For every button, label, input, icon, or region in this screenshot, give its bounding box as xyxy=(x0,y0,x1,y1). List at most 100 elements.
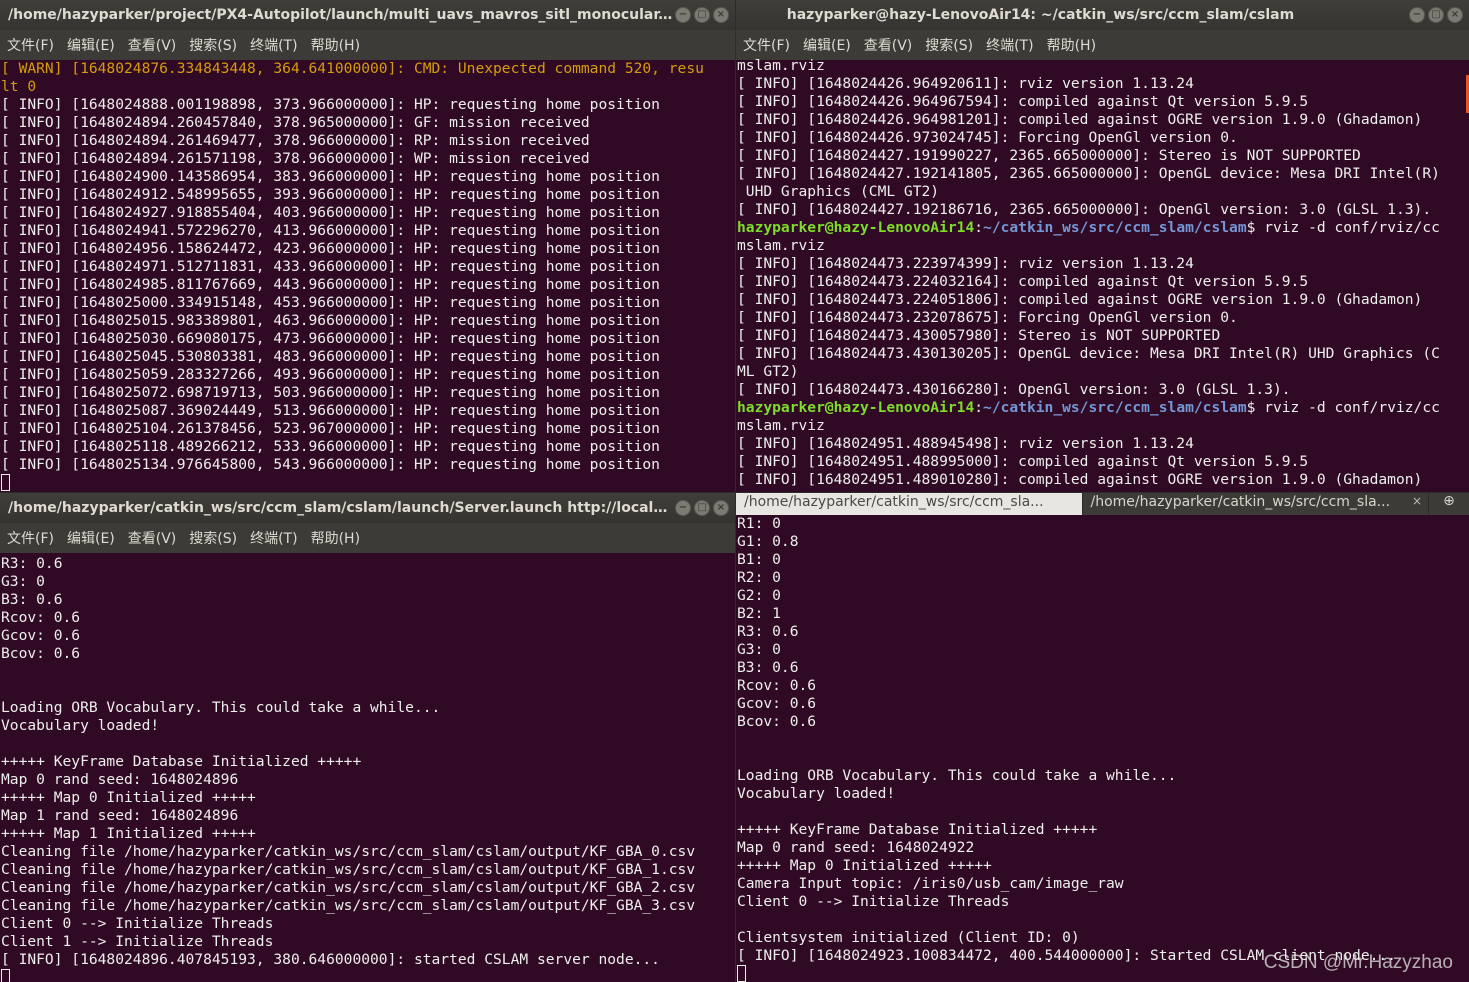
tab-label: /home/hazyparker/catkin_ws/src/ccm_sla..… xyxy=(744,494,1044,510)
menu-terminal[interactable]: 终端(T) xyxy=(250,528,297,548)
terminal-line: Bcov: 0.6 xyxy=(1,645,81,662)
maximize-button[interactable]: □ xyxy=(694,7,710,23)
tab-second-terminal[interactable]: /home/hazyparker/catkin_ws/src/ccm_sla..… xyxy=(1083,493,1429,515)
close-tab-icon[interactable]: × xyxy=(1412,494,1422,508)
terminal-line: [ INFO] [1648024473.224051806]: compiled… xyxy=(737,291,1423,308)
terminal-line: [ INFO] [1648024956.158624472, 423.96600… xyxy=(1,240,660,257)
menu-bar: 文件(F) 编辑(E) 查看(V) 搜索(S) 终端(T) 帮助(H) xyxy=(0,30,735,60)
terminal-line: Camera Input topic: /iris0/usb_cam/image… xyxy=(737,875,1124,892)
terminal-line: Clientsystem initialized (Client ID: 0) xyxy=(737,929,1080,946)
terminal-line: Client 1 --> Initialize Threads xyxy=(1,933,274,950)
terminal-line: B1: 0 xyxy=(737,551,781,568)
terminal-line: mslam.rviz xyxy=(737,57,825,74)
menu-edit[interactable]: 编辑(E) xyxy=(67,528,115,548)
terminal-line: [ INFO] [1648025015.983389801, 463.96600… xyxy=(1,312,660,329)
terminal-line: G3: 0 xyxy=(737,641,781,658)
terminal-line: [ INFO] [1648024426.964920611]: rviz ver… xyxy=(737,75,1194,92)
tab-bar: /home/hazyparker/catkin_ws/src/ccm_sla..… xyxy=(736,493,1469,515)
title-bar[interactable]: /home/hazyparker/project/PX4-Autopilot/l… xyxy=(0,0,735,30)
menu-search[interactable]: 搜索(S) xyxy=(925,35,973,55)
menu-edit[interactable]: 编辑(E) xyxy=(67,35,115,55)
title-bar[interactable]: /home/hazyparker/catkin_ws/src/ccm_slam/… xyxy=(0,493,735,523)
menu-file[interactable]: 文件(F) xyxy=(7,528,54,548)
menu-view[interactable]: 查看(V) xyxy=(128,35,177,55)
close-button[interactable]: × xyxy=(713,7,729,23)
minimize-button[interactable]: − xyxy=(675,500,691,516)
terminal-line: Gcov: 0.6 xyxy=(1,627,81,644)
terminal-line: +++++ Map 0 Initialized +++++ xyxy=(737,857,992,874)
terminal-line: [ INFO] [1648024894.261571198, 378.96600… xyxy=(1,150,590,167)
terminal-window-px4[interactable]: /home/hazyparker/project/PX4-Autopilot/l… xyxy=(0,0,735,492)
window-title: /home/hazyparker/project/PX4-Autopilot/l… xyxy=(8,7,675,23)
terminal-line: [ INFO] [1648025072.698719713, 503.96600… xyxy=(1,384,660,401)
menu-search[interactable]: 搜索(S) xyxy=(189,528,237,548)
terminal-output[interactable]: R1: 0 G1: 0.8 B1: 0 R2: 0 G2: 0 B2: 1 R3: 0.6 G… xyxy=(736,515,1469,982)
menu-view[interactable]: 查看(V) xyxy=(128,528,177,548)
terminal-line: Client 0 --> Initialize Threads xyxy=(1,915,274,932)
prompt-path: ~/catkin_ws/src/ccm_slam/cslam xyxy=(983,399,1247,416)
menu-help[interactable]: 帮助(H) xyxy=(311,528,360,548)
terminal-line: lt 0 xyxy=(1,78,37,95)
menu-file[interactable]: 文件(F) xyxy=(7,35,54,55)
terminal-line: [ INFO] [1648024473.430130205]: OpenGL d… xyxy=(737,345,1440,362)
terminal-line: [ INFO] [1648025000.334915148, 453.96600… xyxy=(1,294,660,311)
terminal-window-client[interactable]: /home/hazyparker/catkin_ws/src/ccm_sla..… xyxy=(736,493,1469,982)
minimize-button[interactable]: − xyxy=(675,7,691,23)
prompt-user: hazyparker@hazy-LenovoAir14 xyxy=(737,399,975,416)
terminal-line: [ INFO] [1648025118.489266212, 533.96600… xyxy=(1,438,660,455)
tab-client-terminal[interactable]: /home/hazyparker/catkin_ws/src/ccm_sla..… xyxy=(736,493,1083,515)
terminal-line: hazyparker@hazy-LenovoAir14:~/catkin_ws/… xyxy=(737,219,1469,237)
close-button[interactable]: × xyxy=(713,500,729,516)
terminal-window-rviz[interactable]: hazyparker@hazy-LenovoAir14: ~/catkin_ws… xyxy=(736,0,1469,492)
prompt-separator: : xyxy=(974,219,984,236)
terminal-line: +++++ Map 0 Initialized +++++ xyxy=(1,789,256,806)
terminal-line: [ INFO] [1648024426.973024745]: Forcing … xyxy=(737,129,1238,146)
watermark: CSDN @Mr.Hazyzhao xyxy=(1263,952,1453,973)
terminal-line: Rcov: 0.6 xyxy=(1,609,81,626)
terminal-window-server[interactable]: /home/hazyparker/catkin_ws/src/ccm_slam/… xyxy=(0,493,735,982)
terminal-line: B3: 0.6 xyxy=(1,591,63,608)
terminal-output[interactable]: [ WARN] [1648024876.334843448, 364.64100… xyxy=(0,60,735,492)
menu-help[interactable]: 帮助(H) xyxy=(1047,35,1096,55)
terminal-line: [ INFO] [1648025104.261378456, 523.96700… xyxy=(1,420,660,437)
menu-terminal[interactable]: 终端(T) xyxy=(986,35,1033,55)
menu-help[interactable]: 帮助(H) xyxy=(311,35,360,55)
new-tab-icon[interactable]: ⊕ xyxy=(1429,493,1469,515)
terminal-line: R3: 0.6 xyxy=(1,555,63,572)
terminal-line: [ INFO] [1648024894.261469477, 378.96600… xyxy=(1,132,590,149)
terminal-line: [ INFO] [1648025134.976645800, 543.96600… xyxy=(1,456,660,473)
menu-file[interactable]: 文件(F) xyxy=(743,35,790,55)
menu-search[interactable]: 搜索(S) xyxy=(189,35,237,55)
menu-terminal[interactable]: 终端(T) xyxy=(250,35,297,55)
terminal-line: [ INFO] [1648024912.548995655, 393.96600… xyxy=(1,186,660,203)
terminal-line: G1: 0.8 xyxy=(737,533,799,550)
close-button[interactable]: × xyxy=(1447,7,1463,23)
menu-edit[interactable]: 编辑(E) xyxy=(803,35,851,55)
minimize-button[interactable]: − xyxy=(1409,7,1425,23)
terminal-line: ML GT2) xyxy=(737,363,799,380)
menu-view[interactable]: 查看(V) xyxy=(864,35,913,55)
terminal-line: [ INFO] [1648024427.191990227, 2365.6650… xyxy=(737,147,1361,164)
terminal-line: [ INFO] [1648025045.530803381, 483.96600… xyxy=(1,348,660,365)
terminal-line: Cleaning file /home/hazyparker/catkin_ws… xyxy=(1,861,696,878)
terminal-cursor xyxy=(737,965,746,982)
terminal-line: UHD Graphics (CML GT2) xyxy=(737,183,940,200)
cursor-line xyxy=(1,969,735,982)
terminal-line: R1: 0 xyxy=(737,515,781,532)
terminal-line: G3: 0 xyxy=(1,573,45,590)
terminal-output[interactable]: R3: 0.6 G3: 0 B3: 0.6 Rcov: 0.6 Gcov: 0.6 Bco… xyxy=(0,555,735,982)
terminal-line: [ INFO] [1648024427.192141805, 2365.6650… xyxy=(737,165,1440,182)
terminal-line: +++++ KeyFrame Database Initialized ++++… xyxy=(737,821,1098,838)
maximize-button[interactable]: □ xyxy=(694,500,710,516)
maximize-button[interactable]: □ xyxy=(1428,7,1444,23)
terminal-line: Cleaning file /home/hazyparker/catkin_ws… xyxy=(1,897,696,914)
terminal-output[interactable]: mslam.rviz[ INFO] [1648024426.964920611]… xyxy=(736,57,1469,492)
window-title: hazyparker@hazy-LenovoAir14: ~/catkin_ws… xyxy=(786,7,1295,23)
terminal-line: R2: 0 xyxy=(737,569,781,586)
terminal-line: [ INFO] [1648024473.430166280]: OpenGl v… xyxy=(737,381,1291,398)
title-bar[interactable]: hazyparker@hazy-LenovoAir14: ~/catkin_ws… xyxy=(736,0,1469,30)
